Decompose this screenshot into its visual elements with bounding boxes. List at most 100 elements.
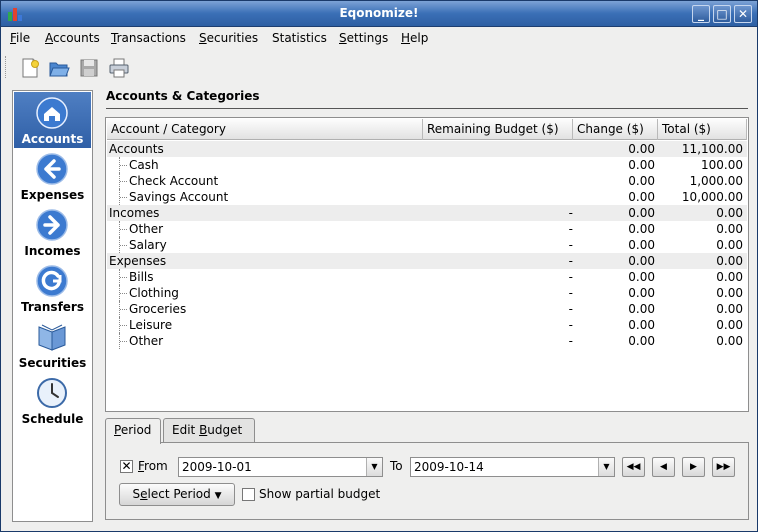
menu-accounts-mnemonic: A bbox=[45, 31, 53, 45]
tree-connector bbox=[119, 237, 127, 253]
menu-help-label: elp bbox=[410, 31, 429, 45]
table-row[interactable]: Cash 0.00 100.00 bbox=[107, 157, 747, 173]
close-button[interactable]: ✕ bbox=[734, 5, 752, 23]
cell-change: 0.00 bbox=[628, 334, 655, 348]
previous-period-button[interactable]: ◀ bbox=[652, 457, 675, 477]
table-group-row[interactable]: Accounts 0.00 11,100.00 bbox=[107, 141, 747, 157]
cell-name: Savings Account bbox=[129, 190, 229, 204]
menu-help[interactable]: Help bbox=[401, 31, 428, 45]
menu-transactions-label: ransactions bbox=[116, 31, 186, 45]
first-period-button[interactable]: ◀◀ bbox=[622, 457, 645, 477]
from-label-text: rom bbox=[144, 459, 168, 473]
menu-transactions[interactable]: Transactions bbox=[111, 31, 186, 45]
sidebar-item-transfers[interactable]: Transfers bbox=[14, 260, 91, 316]
last-period-button[interactable]: ▶▶ bbox=[712, 457, 735, 477]
to-date-field[interactable]: 2009-10-14 ▼ bbox=[410, 457, 615, 477]
tab-period[interactable]: Period bbox=[105, 418, 161, 444]
cell-change: 0.00 bbox=[628, 222, 655, 236]
chevron-down-icon[interactable]: ▼ bbox=[366, 458, 382, 476]
next-period-button[interactable]: ▶ bbox=[682, 457, 705, 477]
cell-total: 0.00 bbox=[716, 318, 743, 332]
clock-icon bbox=[36, 377, 68, 409]
table-row[interactable]: Groceries - 0.00 0.00 bbox=[107, 301, 747, 317]
select-period-label: lect Period bbox=[147, 487, 211, 501]
chevron-down-icon: ▼ bbox=[214, 491, 222, 501]
table-row[interactable]: Check Account 0.00 1,000.00 bbox=[107, 173, 747, 189]
cell-name: Leisure bbox=[129, 318, 173, 332]
sidebar: Accounts Expenses Incomes Transfers Secu… bbox=[12, 90, 93, 522]
cell-remaining-budget: - bbox=[568, 206, 573, 220]
sidebar-item-label: Transfers bbox=[21, 300, 84, 314]
page-title: Accounts & Categories bbox=[106, 89, 260, 103]
cell-remaining-budget: - bbox=[568, 318, 573, 332]
save-icon[interactable] bbox=[78, 57, 100, 79]
table-row[interactable]: Other - 0.00 0.00 bbox=[107, 221, 747, 237]
cell-name: Check Account bbox=[129, 174, 219, 188]
tree-connector bbox=[119, 221, 127, 237]
cell-change: 0.00 bbox=[628, 142, 655, 156]
new-file-icon[interactable] bbox=[19, 57, 41, 79]
select-period-mnemonic: e bbox=[140, 487, 148, 501]
table-group-row[interactable]: Incomes - 0.00 0.00 bbox=[107, 205, 747, 221]
sidebar-item-incomes[interactable]: Incomes bbox=[14, 204, 91, 260]
menu-settings-label: ettings bbox=[346, 31, 389, 45]
minimize-button[interactable]: _ bbox=[692, 5, 710, 23]
column-header-account[interactable]: Account / Category bbox=[107, 119, 423, 140]
column-header-total[interactable]: Total ($) bbox=[658, 119, 747, 140]
menu-settings[interactable]: Settings bbox=[339, 31, 388, 45]
show-partial-budget-label: Show partial budget bbox=[259, 487, 381, 501]
tab-edit-budget-prefix: Edit bbox=[172, 423, 200, 437]
menu-securities[interactable]: Securities bbox=[199, 31, 258, 45]
cell-remaining-budget bbox=[423, 141, 573, 157]
cell-change: 0.00 bbox=[628, 238, 655, 252]
cell-change: 0.00 bbox=[628, 302, 655, 316]
table-row[interactable]: Salary - 0.00 0.00 bbox=[107, 237, 747, 253]
print-icon[interactable] bbox=[108, 57, 130, 79]
cell-remaining-budget: - bbox=[568, 270, 573, 284]
cell-remaining-budget: - bbox=[568, 254, 573, 268]
cell-total: 0.00 bbox=[716, 302, 743, 316]
sidebar-item-expenses[interactable]: Expenses bbox=[14, 148, 91, 204]
cell-remaining-budget: - bbox=[568, 302, 573, 316]
column-header-change[interactable]: Change ($) bbox=[573, 119, 658, 140]
sidebar-item-label: Incomes bbox=[24, 244, 81, 258]
table-row[interactable]: Savings Account 0.00 10,000.00 bbox=[107, 189, 747, 205]
tree-connector bbox=[119, 285, 127, 301]
menu-help-mnemonic: H bbox=[401, 31, 411, 45]
cell-change: 0.00 bbox=[628, 318, 655, 332]
tab-edit-budget[interactable]: Edit Budget bbox=[163, 418, 255, 443]
title-bar[interactable]: Eqonomize! _ □ ✕ bbox=[1, 1, 757, 27]
tree-connector bbox=[119, 269, 127, 285]
show-partial-budget-checkbox[interactable] bbox=[242, 488, 255, 501]
from-checkbox[interactable]: ✕ bbox=[120, 460, 133, 473]
cell-total: 0.00 bbox=[716, 222, 743, 236]
sidebar-item-schedule[interactable]: Schedule bbox=[14, 372, 91, 428]
accounts-table[interactable]: Account / Category Remaining Budget ($) … bbox=[105, 117, 749, 412]
cell-remaining-budget: - bbox=[568, 334, 573, 348]
menu-file[interactable]: File bbox=[10, 31, 30, 45]
table-row[interactable]: Leisure - 0.00 0.00 bbox=[107, 317, 747, 333]
table-group-row[interactable]: Expenses - 0.00 0.00 bbox=[107, 253, 747, 269]
cell-total: 11,100.00 bbox=[681, 142, 743, 156]
sidebar-item-securities[interactable]: Securities bbox=[14, 316, 91, 372]
table-row[interactable]: Other - 0.00 0.00 bbox=[107, 333, 747, 349]
maximize-button[interactable]: □ bbox=[713, 5, 731, 23]
column-header-remaining[interactable]: Remaining Budget ($) bbox=[423, 119, 573, 140]
chevron-down-icon[interactable]: ▼ bbox=[598, 458, 614, 476]
toolbar-grip[interactable] bbox=[5, 56, 8, 78]
cell-change: 0.00 bbox=[628, 158, 655, 172]
sidebar-item-accounts[interactable]: Accounts bbox=[14, 92, 91, 148]
cell-remaining-budget bbox=[423, 157, 573, 173]
table-row[interactable]: Bills - 0.00 0.00 bbox=[107, 269, 747, 285]
menu-accounts[interactable]: Accounts bbox=[45, 31, 100, 45]
menu-statistics-label: Statistics bbox=[272, 31, 327, 45]
table-header: Account / Category Remaining Budget ($) … bbox=[107, 119, 747, 140]
from-date-field[interactable]: 2009-10-01 ▼ bbox=[178, 457, 383, 477]
open-folder-icon[interactable] bbox=[48, 57, 70, 79]
select-period-button[interactable]: Select Period ▼ bbox=[119, 483, 235, 506]
fast-forward-icon: ▶▶ bbox=[716, 462, 731, 472]
table-row[interactable]: Clothing - 0.00 0.00 bbox=[107, 285, 747, 301]
previous-icon: ◀ bbox=[660, 462, 667, 472]
cell-remaining-budget bbox=[423, 173, 573, 189]
menu-statistics[interactable]: Statistics bbox=[272, 31, 327, 45]
